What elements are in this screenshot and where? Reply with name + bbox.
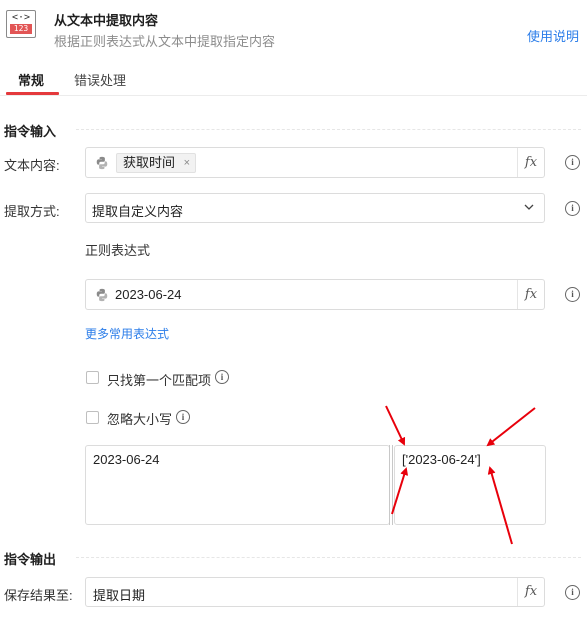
info-icon[interactable]: i (565, 155, 580, 170)
info-icon[interactable]: i (565, 585, 580, 600)
section-divider (76, 557, 581, 558)
python-icon (96, 288, 108, 302)
first-match-label: 只找第一个匹配项 (107, 373, 212, 388)
text-content-field[interactable]: 获取时间 × fx (85, 147, 545, 178)
extract-method-label: 提取方式: (4, 204, 60, 219)
regex-field[interactable]: 2023-06-24 fx (85, 279, 545, 310)
page-subtitle: 根据正则表达式从文本中提取指定内容 (54, 34, 276, 49)
tab-general[interactable]: 常规 (18, 70, 44, 89)
input-section-title: 指令输入 (4, 124, 57, 139)
save-to-label: 保存结果至: (4, 588, 73, 603)
tab-error-handling[interactable]: 错误处理 (74, 70, 126, 89)
chevron-down-icon (524, 204, 534, 210)
regex-value: 2023-06-24 (115, 287, 182, 302)
header: <·> 123 从文本中提取内容 根据正则表达式从文本中提取指定内容 使用说明 (0, 0, 587, 60)
python-icon (96, 156, 108, 170)
output-section-title: 指令输出 (4, 552, 57, 567)
first-match-checkbox[interactable] (86, 371, 99, 384)
variable-tag-label: 获取时间 (123, 155, 176, 170)
fx-icon[interactable]: fx (517, 148, 544, 177)
fx-icon[interactable]: fx (517, 578, 544, 606)
variable-tag: 获取时间 × (116, 153, 197, 173)
extract-method-value: 提取自定义内容 (92, 204, 184, 219)
active-tab-indicator (6, 92, 59, 95)
annotation-arrow (385, 405, 406, 446)
ignore-case-label: 忽略大小写 (107, 412, 173, 427)
section-divider (76, 129, 581, 130)
extract-method-select[interactable]: 提取自定义内容 (85, 193, 545, 223)
info-icon[interactable]: i (215, 370, 229, 384)
tab-bar: 常规 错误处理 (0, 62, 587, 96)
resize-handle[interactable] (389, 445, 393, 525)
regex-label: 正则表达式 (85, 243, 151, 258)
more-regex-link[interactable]: 更多常用表达式 (85, 325, 169, 342)
tag-close-icon[interactable]: × (184, 154, 190, 172)
text-content-label: 文本内容: (4, 158, 60, 173)
code-brackets-icon: <·> (11, 12, 31, 23)
info-icon[interactable]: i (565, 287, 580, 302)
page-title: 从文本中提取内容 (54, 13, 159, 28)
number-badge-icon: 123 (10, 24, 32, 34)
test-output-area: ['2023-06-24'] (394, 445, 546, 525)
info-icon[interactable]: i (176, 410, 190, 424)
info-icon[interactable]: i (565, 201, 580, 216)
fx-icon[interactable]: fx (517, 280, 544, 309)
save-to-value: 提取日期 (93, 588, 146, 603)
ignore-case-checkbox[interactable] (86, 411, 99, 424)
save-to-field[interactable]: 提取日期 fx (85, 577, 545, 607)
annotation-arrow (486, 407, 536, 447)
help-link[interactable]: 使用说明 (527, 26, 579, 45)
test-input-area[interactable]: 2023-06-24 (85, 445, 390, 525)
extract-text-app-icon: <·> 123 (6, 10, 36, 38)
